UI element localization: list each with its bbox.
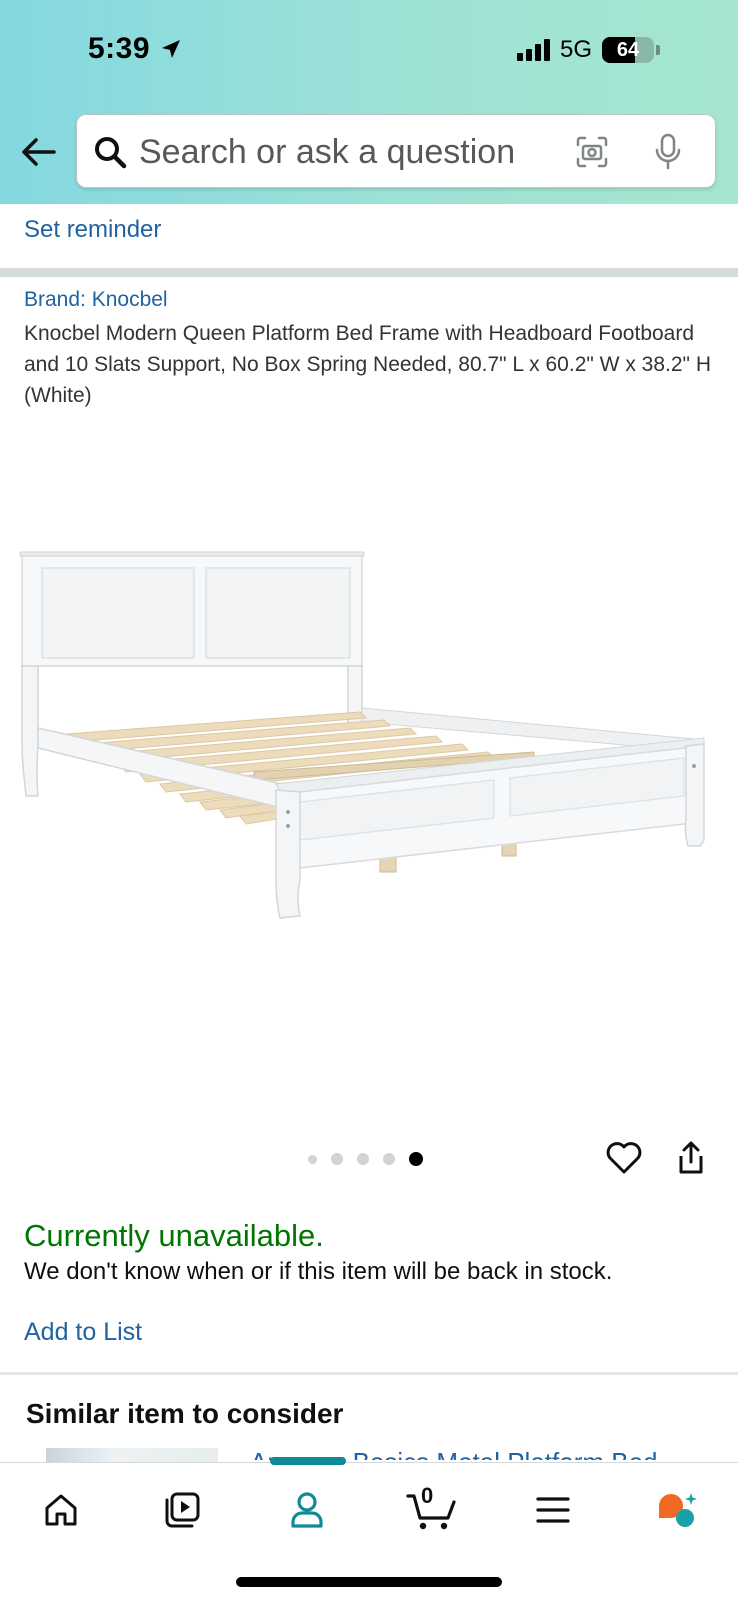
home-icon: [45, 1494, 77, 1526]
similar-item-heading: Similar item to consider: [26, 1398, 344, 1429]
carousel-dot[interactable]: [357, 1153, 369, 1165]
battery-tip: [656, 45, 660, 55]
nav-cart[interactable]: 0: [404, 1483, 460, 1535]
product-title: Knocbel Modern Queen Platform Bed Frame …: [24, 322, 711, 407]
back-arrow-icon[interactable]: [18, 132, 58, 172]
battery-level: 64: [616, 39, 640, 61]
home-indicator: [236, 1577, 502, 1587]
similar-item-thumbnail[interactable]: [46, 1448, 218, 1462]
carousel-dot[interactable]: [308, 1154, 317, 1164]
active-tab-indicator: [270, 1457, 346, 1465]
image-carousel-dots[interactable]: [308, 1152, 423, 1166]
availability-status: Currently unavailable.: [24, 1218, 324, 1253]
menu-icon: [536, 1497, 570, 1523]
nav-profile[interactable]: [282, 1485, 332, 1535]
section-divider: [0, 1372, 738, 1375]
add-to-list-link[interactable]: Add to List: [24, 1318, 142, 1347]
battery-icon: 64: [602, 37, 654, 63]
product-image[interactable]: [14, 540, 726, 950]
microphone-icon[interactable]: [653, 133, 683, 171]
rufus-icon: [659, 1493, 697, 1527]
camera-scan-icon[interactable]: [575, 135, 609, 169]
carousel-dot-active[interactable]: [409, 1152, 423, 1166]
cell-signal-icon: [516, 39, 550, 61]
brand-link[interactable]: Brand: Knocbel: [24, 288, 168, 312]
video-icon: [165, 1492, 200, 1528]
search-icon: [95, 137, 127, 169]
search-bar[interactable]: [76, 114, 716, 188]
section-divider: [0, 268, 738, 277]
cart-count: 0: [421, 1483, 434, 1508]
search-input[interactable]: [139, 129, 559, 175]
set-reminder-link[interactable]: Set reminder: [24, 216, 161, 244]
nav-video[interactable]: [158, 1485, 208, 1535]
nav-rufus[interactable]: [652, 1485, 702, 1535]
nav-menu[interactable]: [528, 1485, 578, 1535]
status-indicators: 5G 64: [516, 36, 660, 64]
heart-icon[interactable]: [606, 1142, 642, 1174]
carousel-dot[interactable]: [331, 1153, 343, 1165]
carousel-dot[interactable]: [383, 1153, 395, 1165]
network-type: 5G: [559, 36, 592, 63]
availability-message: We don't know when or if this item will …: [24, 1258, 613, 1285]
nav-home[interactable]: [36, 1485, 86, 1535]
location-arrow-icon: [162, 40, 180, 58]
status-time: 5:39: [88, 32, 151, 65]
bottom-navigation: 0: [0, 1457, 738, 1600]
app-header: 5:39 5G 64: [0, 0, 738, 204]
share-icon[interactable]: [676, 1140, 706, 1176]
profile-icon: [291, 1492, 323, 1528]
